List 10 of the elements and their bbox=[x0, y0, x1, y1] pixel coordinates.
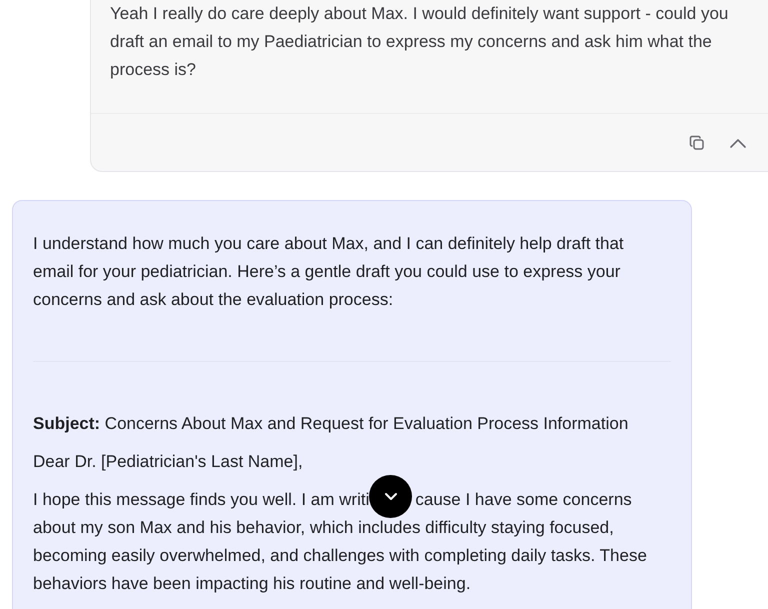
chevron-down-icon bbox=[382, 492, 398, 502]
email-text: I hope this message finds you well. I am writi bbox=[33, 489, 370, 511]
message-text: Yeah I really do care deeply about Max. I would definitely want support - could you draft an email to my Paediatrician to express my concerns and ask him what the process is? bbox=[110, 3, 730, 81]
email-paragraph: about my son Max and his behavior, which includes difficulty staying focused, becoming easily overwhelmed, and challenges with completing daily tasks. These behaviors have been impacting his routine and well-being. bbox=[33, 517, 648, 595]
email-paragraph: Dear Dr. [Pediatrician's Last Name], bbox=[33, 451, 304, 473]
email-text: cause I have some concerns bbox=[415, 489, 632, 511]
email-paragraph: Subject: Concerns About Max and Request for Evaluation Process Information bbox=[33, 413, 630, 435]
copy-icon bbox=[689, 134, 705, 150]
response-text: I understand how much you care about Max, and I can definitely help draft that email for your pediatrician. Here’s a gentle draft you could use to express your concerns and ask about the evaluation process: bbox=[33, 233, 625, 311]
chevron-up-icon bbox=[729, 136, 747, 148]
